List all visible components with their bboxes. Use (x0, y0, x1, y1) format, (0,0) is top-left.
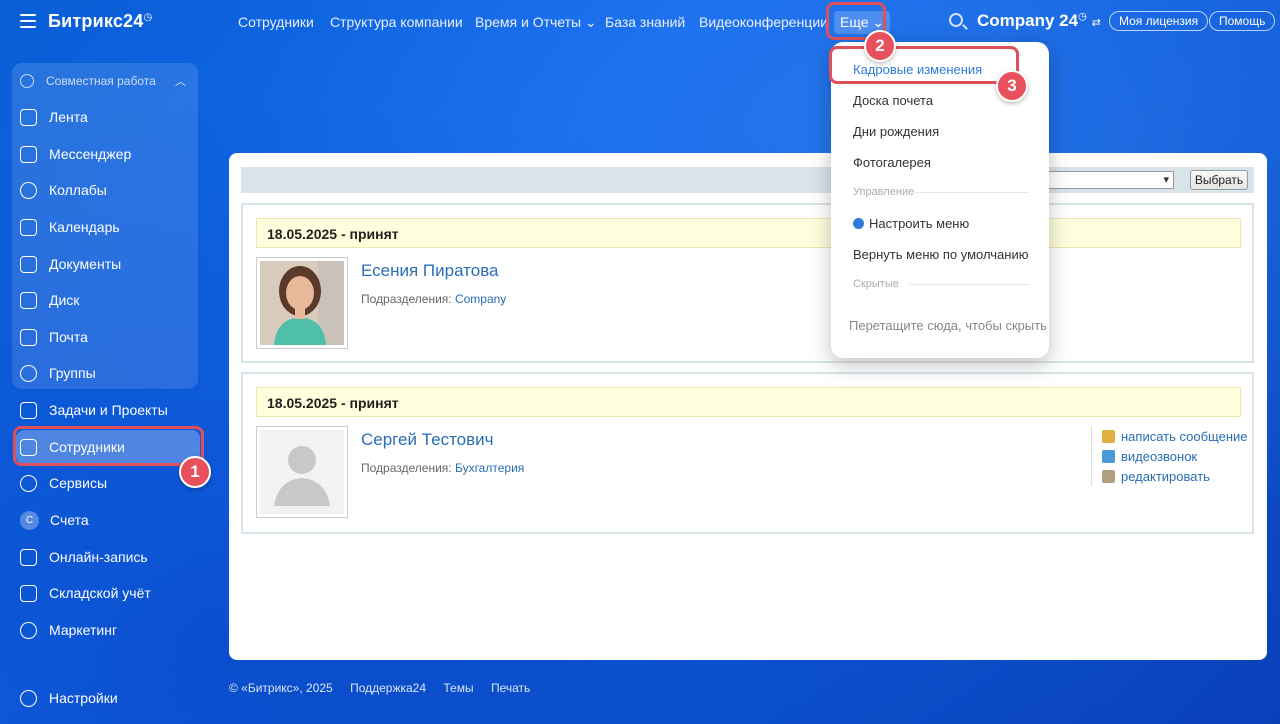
license-button[interactable]: Моя лицензия (1109, 11, 1209, 31)
sidebar-item-mail[interactable]: Почта (20, 322, 200, 352)
gear-icon (20, 689, 37, 707)
groups-icon (20, 364, 37, 382)
menu-drag-hint: Перетащите сюда, чтобы скрыть (849, 318, 1047, 333)
collab-icon (20, 74, 34, 88)
user-placeholder-icon (260, 430, 344, 514)
sidebar-item-drive[interactable]: Диск (20, 285, 200, 315)
highlight-hr-changes (829, 46, 1019, 84)
chat-icon (20, 145, 37, 163)
sidebar-item-collabs[interactable]: Коллабы (20, 175, 200, 205)
logo[interactable]: Битрикс24◷ (48, 11, 152, 32)
video-call-link[interactable]: видеозвонок (1102, 446, 1251, 466)
invoices-icon: С (20, 510, 39, 530)
topnav-video[interactable]: Видеоконференции (699, 14, 828, 30)
department-link[interactable]: Company (455, 292, 506, 306)
menu-section-hidden: Скрытые (853, 278, 899, 290)
footer-link-themes[interactable]: Темы (443, 681, 473, 695)
sidebar-item-feed[interactable]: Лента (20, 102, 200, 132)
video-call-icon (1102, 449, 1115, 463)
topnav-structure[interactable]: Структура компании (330, 14, 463, 30)
menu-item-photo-gallery[interactable]: Фотогалерея (853, 155, 931, 170)
footer-link-support[interactable]: Поддержка24 (350, 681, 426, 695)
edit-link[interactable]: редактировать (1102, 466, 1251, 486)
footer-link-print[interactable]: Печать (491, 681, 530, 695)
drive-icon (20, 291, 37, 309)
wrench-icon (20, 474, 37, 492)
menu-section-manage: Управление (853, 186, 915, 198)
pencil-icon (1102, 429, 1115, 443)
callout-badge-1: 1 (179, 456, 211, 488)
department-info: Подразделения: Бухгалтерия (361, 461, 525, 475)
sidebar-item-booking[interactable]: Онлайн-запись (20, 542, 200, 572)
employee-photo[interactable] (256, 426, 348, 518)
booking-icon (20, 548, 37, 566)
callout-badge-2: 2 (864, 30, 896, 62)
department-info: Подразделения: Company (361, 292, 507, 306)
chevron-up-icon[interactable]: ︿ (175, 73, 186, 89)
record-card: 18.05.2025 - принят Сергей Тестович Подр… (241, 372, 1254, 534)
sidebar-item-messenger[interactable]: Мессенджер (20, 139, 200, 169)
topnav-knowledge[interactable]: База знаний (605, 14, 685, 30)
highlight-employees (13, 426, 204, 466)
edit-icon (1102, 469, 1115, 483)
collab-icon (20, 181, 37, 199)
record-header: 18.05.2025 - принят (256, 218, 1241, 248)
menu-configure[interactable]: Настроить меню (853, 216, 969, 231)
divider (915, 192, 1029, 193)
menu-burger-icon[interactable] (20, 14, 36, 28)
document-icon (20, 255, 37, 273)
employee-photo[interactable] (256, 257, 348, 349)
callout-badge-3: 3 (996, 70, 1028, 102)
topnav-employees[interactable]: Сотрудники (238, 14, 314, 30)
sidebar: Битрикс24◷ Совместная работа ︿ Лента Мес… (0, 0, 211, 724)
mail-icon (20, 328, 37, 346)
sidebar-item-services[interactable]: Сервисы (20, 468, 200, 498)
portrait-image (260, 261, 344, 345)
employee-name[interactable]: Сергей Тестович (361, 430, 494, 450)
sidebar-item-documents[interactable]: Документы (20, 249, 200, 279)
department-link[interactable]: Бухгалтерия (455, 461, 524, 475)
record-card: 18.05.2025 - принят Есения Пиратова Подр… (241, 203, 1254, 363)
footer: © «Битрикс», 2025 Поддержка24 Темы Печат… (229, 681, 544, 695)
help-button[interactable]: Помощь (1209, 11, 1276, 31)
sidebar-item-warehouse[interactable]: Складской учёт (20, 578, 200, 608)
menu-item-honor-board[interactable]: Доска почета (853, 93, 933, 108)
divider (909, 284, 1029, 285)
sidebar-item-invoices[interactable]: С Счета (20, 505, 200, 535)
menu-item-birthdays[interactable]: Дни рождения (853, 124, 939, 139)
sidebar-item-calendar[interactable]: Календарь (20, 212, 200, 242)
gear-icon (853, 218, 864, 229)
content-panel: но Выбрать 18.05.2025 - принят Есения Пи… (229, 153, 1267, 660)
menu-reset[interactable]: Вернуть меню по умолчанию (853, 247, 1028, 262)
tasks-icon (20, 401, 37, 419)
chevron-down-icon: ⌄ (585, 14, 597, 30)
choose-button[interactable]: Выбрать (1190, 170, 1248, 190)
employee-name[interactable]: Есения Пиратова (361, 261, 499, 281)
collab-group-header[interactable]: Совместная работа ︿ (20, 72, 192, 90)
calendar-icon (20, 218, 37, 236)
record-header: 18.05.2025 - принят (256, 387, 1241, 417)
topnav-time-reports[interactable]: Время и Отчеты ⌄ (475, 14, 597, 31)
copyright: © «Битрикс», 2025 (229, 681, 333, 695)
sidebar-item-tasks[interactable]: Задачи и Проекты (20, 395, 200, 425)
top-navigation: Сотрудники Структура компании Время и От… (210, 0, 1280, 44)
filter-bar: но Выбрать (241, 167, 1254, 193)
sidebar-item-settings[interactable]: Настройки (20, 683, 200, 713)
feed-icon (20, 108, 37, 126)
company-name[interactable]: Company 24◷ ⇄ (977, 11, 1101, 31)
settings-sliders-icon[interactable]: ⇄ (1092, 17, 1101, 29)
sidebar-item-marketing[interactable]: Маркетинг (20, 615, 200, 645)
warehouse-icon (20, 584, 37, 602)
sidebar-item-groups[interactable]: Группы (20, 358, 200, 388)
send-message-link[interactable]: написать сообщение (1102, 426, 1251, 446)
search-icon[interactable] (949, 13, 963, 27)
employee-actions: написать сообщение видеозвонок редактиро… (1091, 426, 1251, 486)
target-icon (20, 621, 37, 639)
